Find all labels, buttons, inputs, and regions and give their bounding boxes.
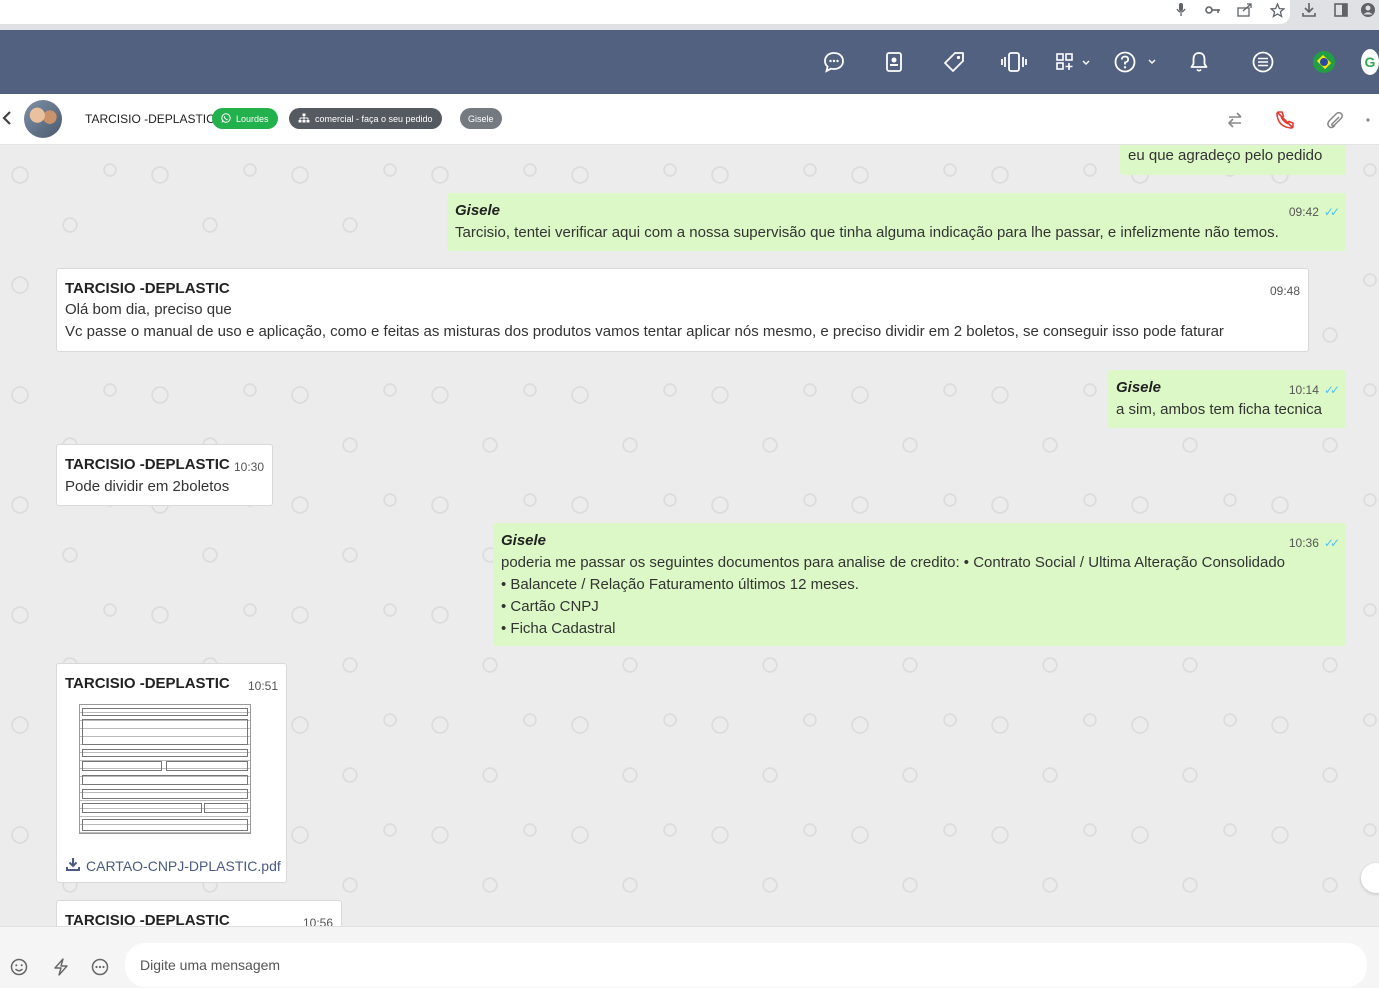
message-time: 10:30	[234, 457, 264, 479]
bell-icon[interactable]	[1188, 30, 1210, 94]
profile-icon[interactable]	[1357, 0, 1379, 20]
sidebar-toggle-icon[interactable]	[1325, 0, 1357, 20]
tag-icon[interactable]	[942, 30, 966, 94]
message-timestamp: 09:48	[1269, 284, 1300, 298]
contact-name[interactable]: TARCISIO -DEPLASTIC	[85, 112, 215, 126]
top-navbar: G	[0, 30, 1379, 94]
message-text: Pode dividir em 2boletos	[65, 478, 230, 495]
google-avatar-icon[interactable]: G	[1361, 30, 1379, 94]
message-outgoing[interactable]: Gisele 09:42 ✓✓ Tarcisio, tentei verific…	[447, 193, 1346, 251]
emoji-icon[interactable]	[9, 957, 29, 977]
browser-icons	[1165, 0, 1379, 20]
message-time: 10:56	[303, 913, 333, 926]
attach-icon[interactable]	[1323, 108, 1347, 132]
contacts-icon[interactable]	[882, 30, 906, 94]
message-incoming[interactable]: TARCISIO -DEPLASTIC 10:56	[56, 900, 342, 926]
sitemap-icon	[298, 113, 310, 125]
message-text: a sim, ambos tem ficha tecnica	[1116, 401, 1322, 418]
contact-avatar[interactable]	[24, 100, 62, 138]
download-icon	[66, 856, 80, 878]
brazil-flag-icon[interactable]	[1313, 30, 1335, 94]
message-text: Vc passe o manual de uso e aplicação, co…	[65, 323, 1224, 340]
chat-header: TARCISIO -DEPLASTIC Lourdes comercial - …	[0, 94, 1379, 145]
more-icon[interactable]	[90, 957, 110, 977]
message-sender: TARCISIO -DEPLASTIC	[65, 912, 230, 926]
message-sender: TARCISIO -DEPLASTIC	[65, 456, 230, 473]
end-call-icon[interactable]	[1273, 108, 1297, 132]
download-icon[interactable]	[1293, 0, 1325, 20]
whatsapp-icon	[221, 112, 231, 125]
message-time: 09:42 ✓✓	[1288, 202, 1340, 224]
user-tag-label: Gisele	[468, 113, 494, 124]
quick-reply-icon[interactable]	[51, 957, 71, 977]
message-sender: Gisele	[501, 532, 547, 549]
browser-address-area	[0, 0, 1290, 24]
queue-tag-label: comercial - faça o seu pedido	[315, 113, 433, 124]
message-composer	[0, 926, 1379, 988]
key-icon[interactable]	[1197, 0, 1229, 20]
list-icon[interactable]	[1252, 30, 1274, 94]
star-icon[interactable]	[1261, 0, 1293, 20]
whatsapp-tag-label: Lourdes	[236, 113, 269, 124]
back-icon[interactable]	[2, 108, 12, 131]
message-time: 10:36 ✓✓	[1288, 533, 1340, 555]
queue-tag: comercial - faça o seu pedido	[289, 108, 442, 129]
message-text: poderia me passar os seguintes documento…	[501, 554, 1286, 571]
message-time: 10:51	[248, 676, 278, 698]
user-tag: Gisele	[460, 108, 502, 129]
transfer-icon[interactable]	[1223, 108, 1247, 132]
file-download-link[interactable]: CARTAO-CNPJ-DPLASTIC.pdf	[66, 856, 281, 878]
double-check-icon: ✓✓	[1323, 383, 1340, 397]
more-actions-icon[interactable]	[1366, 108, 1379, 132]
chat-icon[interactable]	[821, 30, 847, 94]
message-incoming-file[interactable]: TARCISIO -DEPLASTIC 10:51 CARTAO-CNPJ-DP…	[56, 663, 287, 883]
message-input[interactable]	[125, 943, 1367, 987]
message-outgoing[interactable]: eu que agradeço pelo pedido	[1120, 145, 1346, 175]
file-name: CARTAO-CNPJ-DPLASTIC.pdf	[86, 858, 281, 874]
scroll-to-bottom-button[interactable]	[1361, 863, 1379, 893]
message-timestamp: 10:51	[247, 679, 278, 693]
message-timestamp: 09:42	[1288, 205, 1319, 219]
message-sender: Gisele	[455, 202, 501, 219]
whatsapp-connection-tag: Lourdes	[212, 108, 278, 129]
message-outgoing[interactable]: Gisele 10:36 ✓✓ poderia me passar os seg…	[493, 523, 1346, 646]
message-timestamp: 10:56	[302, 916, 333, 926]
double-check-icon: ✓✓	[1323, 536, 1340, 550]
message-incoming[interactable]: TARCISIO -DEPLASTIC 10:30 Pode dividir e…	[56, 444, 273, 506]
message-text: • Ficha Cadastral	[501, 620, 616, 637]
message-sender: TARCISIO -DEPLASTIC	[65, 675, 230, 692]
browser-toolbar	[0, 0, 1379, 30]
double-check-icon: ✓✓	[1323, 205, 1340, 219]
message-sender: Gisele	[1116, 379, 1162, 396]
message-text: Tarcisio, tentei verificar aqui com a no…	[455, 224, 1279, 241]
message-timestamp: 10:30	[233, 460, 264, 474]
message-text: • Cartão CNPJ	[501, 598, 599, 615]
message-text: Olá bom dia, preciso que	[65, 301, 232, 318]
messages-list[interactable]: eu que agradeço pelo pedido Gisele 09:42…	[0, 145, 1379, 926]
share-icon[interactable]	[1229, 0, 1261, 20]
help-icon[interactable]	[1113, 30, 1159, 94]
message-timestamp: 10:36	[1288, 536, 1319, 550]
pdf-preview[interactable]	[79, 704, 251, 854]
apps-icon[interactable]	[1054, 30, 1094, 94]
pdf-page-thumbnail	[79, 704, 251, 834]
message-text: • Balancete / Relação Faturamento último…	[501, 576, 859, 593]
message-time: 09:48	[1270, 281, 1300, 303]
microphone-icon[interactable]	[1165, 0, 1197, 20]
message-sender: TARCISIO -DEPLASTIC	[65, 280, 230, 297]
message-text: eu que agradeço pelo pedido	[1128, 147, 1323, 164]
message-outgoing[interactable]: Gisele 10:14 ✓✓ a sim, ambos tem ficha t…	[1108, 370, 1346, 428]
vibrate-icon[interactable]	[1000, 30, 1028, 94]
message-incoming[interactable]: TARCISIO -DEPLASTIC 09:48 Olá bom dia, p…	[56, 268, 1309, 352]
